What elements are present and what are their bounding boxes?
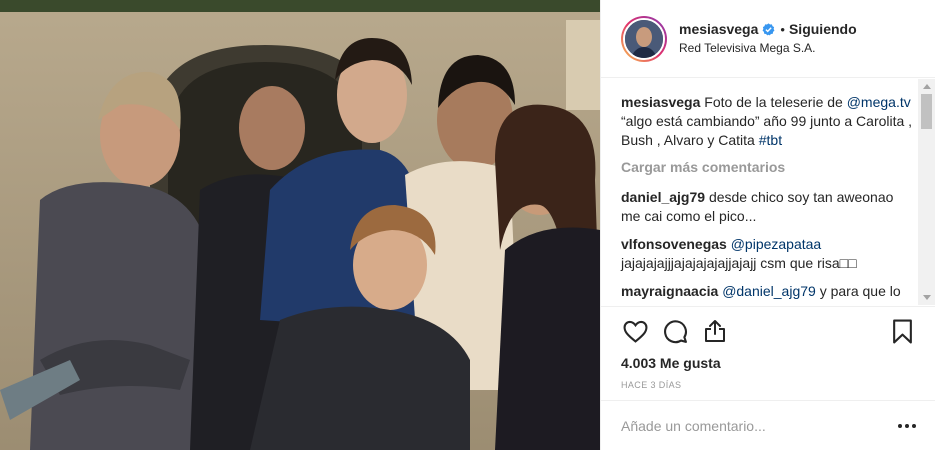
share-icon <box>705 320 725 342</box>
more-dot <box>912 423 916 428</box>
post-header: mesiasvega • Siguiendo Red Televisiva Me… <box>601 0 935 78</box>
share-button[interactable] <box>701 317 729 345</box>
separator-dot: • <box>780 21 785 37</box>
comment-mention-link[interactable]: @daniel_ajg79 <box>722 283 816 299</box>
post-photo[interactable] <box>0 0 600 450</box>
bookmark-icon <box>892 319 912 343</box>
location-link[interactable]: Red Televisiva Mega S.A. <box>679 39 857 58</box>
action-section: 4.003 Me gusta HACE 3 DÍAS <box>601 306 935 390</box>
caption-text: Foto de la teleserie de <box>704 94 843 110</box>
comment-username[interactable]: vlfonsovenegas <box>621 236 727 252</box>
heart-icon <box>623 320 647 343</box>
load-more-comments-button[interactable]: Cargar más comentarios <box>621 159 916 175</box>
list-item: vlfonsovenegas @pipezapataa jajajajajjja… <box>621 235 916 273</box>
comment-mention-link[interactable]: @pipezapataa <box>731 236 822 252</box>
comment-username[interactable]: daniel_ajg79 <box>621 189 705 205</box>
following-button[interactable]: Siguiendo <box>789 20 857 39</box>
add-comment-bar <box>601 400 935 450</box>
scrollbar-thumb[interactable] <box>921 94 932 129</box>
comments-list[interactable]: mesiasvega Foto de la teleserie de @mega… <box>601 79 935 305</box>
scroll-up-arrow-icon[interactable] <box>923 84 931 89</box>
comment-input[interactable] <box>621 417 894 434</box>
header-username[interactable]: mesiasvega <box>679 20 758 39</box>
profile-picture-icon <box>625 19 663 58</box>
caption: mesiasvega Foto de la teleserie de @mega… <box>621 93 916 150</box>
caption-username[interactable]: mesiasvega <box>621 94 700 110</box>
more-dot <box>898 423 902 428</box>
action-icons <box>621 317 916 345</box>
list-item: mayraignaacia @daniel_ajg79 y para que l… <box>621 282 916 305</box>
user-line: mesiasvega • Siguiendo <box>679 20 857 39</box>
group-photo-image <box>0 0 600 450</box>
avatar[interactable] <box>621 15 667 62</box>
verified-badge-icon <box>762 22 775 35</box>
more-options-icon[interactable] <box>894 420 920 432</box>
post-timestamp[interactable]: HACE 3 DÍAS <box>621 380 916 390</box>
scroll-down-arrow-icon[interactable] <box>923 295 931 300</box>
list-item: daniel_ajg79 desde chico soy tan aweonao… <box>621 188 916 226</box>
comment-button[interactable] <box>661 317 689 345</box>
caption-mention-link[interactable]: @mega.tv <box>847 94 911 110</box>
comments-scrollbar[interactable] <box>918 79 935 305</box>
instagram-post: mesiasvega • Siguiendo Red Televisiva Me… <box>0 0 935 450</box>
header-text: mesiasvega • Siguiendo Red Televisiva Me… <box>679 20 857 58</box>
avatar-image <box>623 17 665 60</box>
more-dot <box>905 423 909 428</box>
comment-bubble-icon <box>663 319 687 343</box>
like-button[interactable] <box>621 317 649 345</box>
post-side-panel: mesiasvega • Siguiendo Red Televisiva Me… <box>600 0 935 450</box>
comment-text: jajajajajjjajajajajajjajajj csm que risa… <box>621 255 857 271</box>
comment-username[interactable]: mayraignaacia <box>621 283 718 299</box>
save-button[interactable] <box>888 317 916 345</box>
likes-count[interactable]: 4.003 Me gusta <box>621 355 916 371</box>
hashtag-link[interactable]: #tbt <box>759 132 782 148</box>
